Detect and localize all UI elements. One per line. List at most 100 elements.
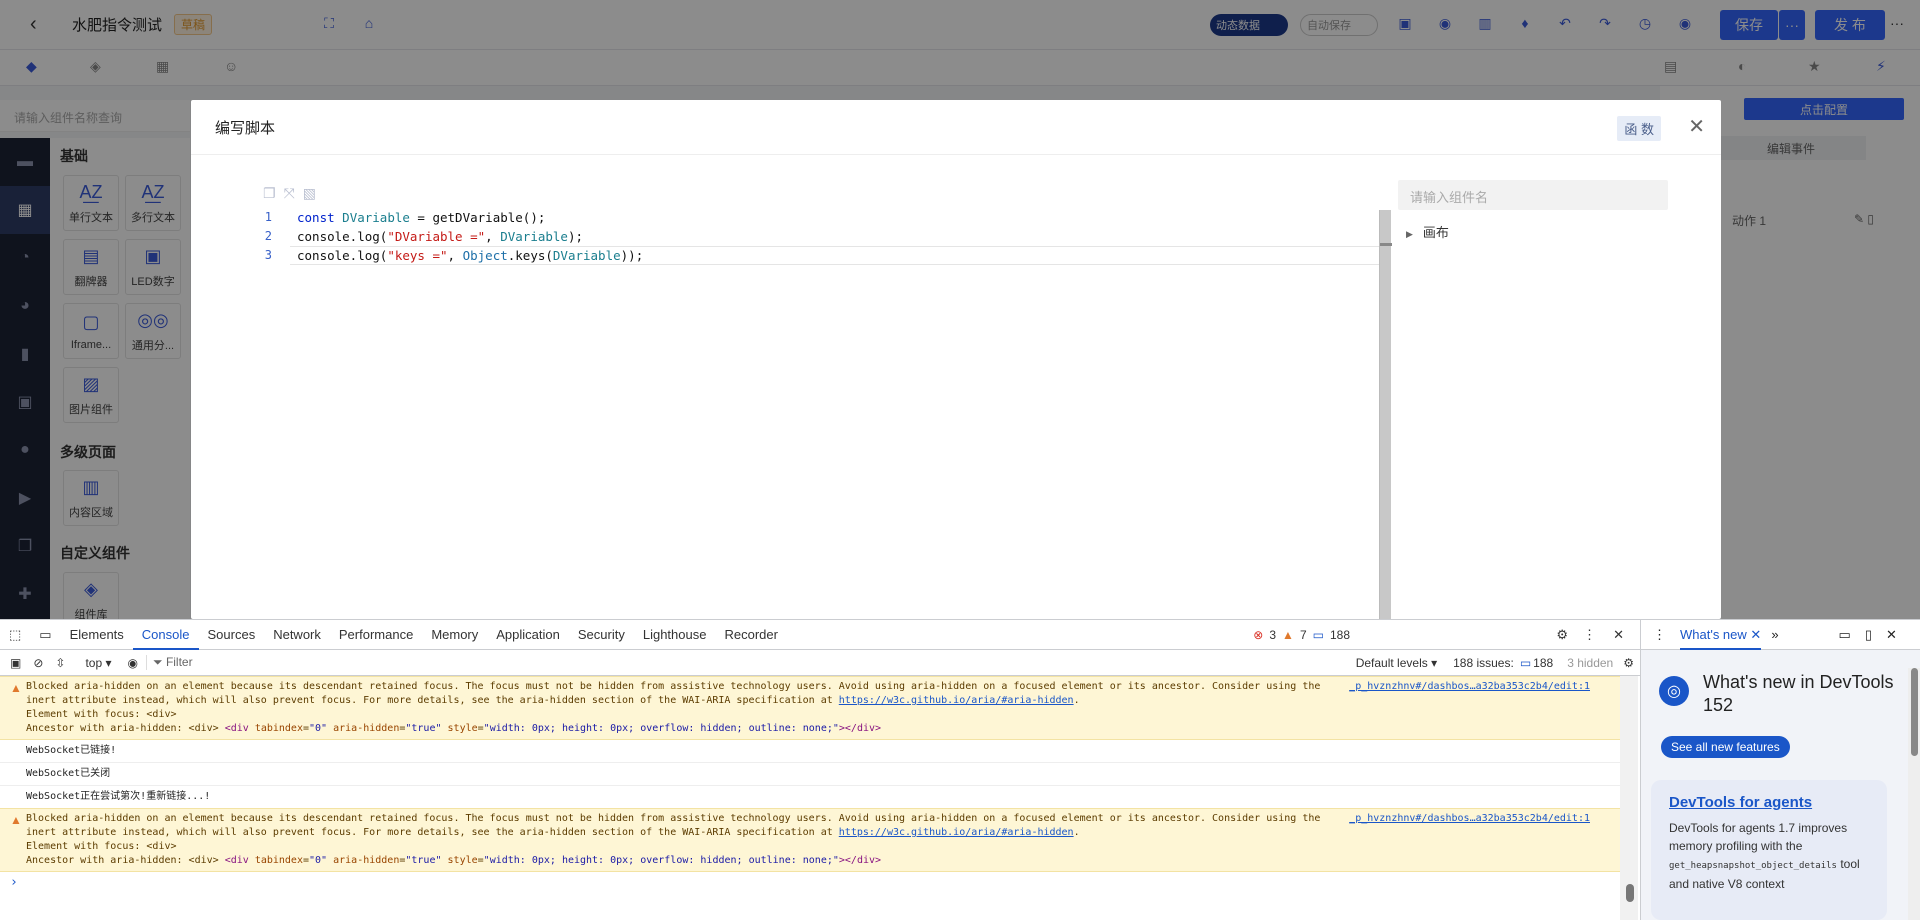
caret-right-icon[interactable]: ▶ [1406,229,1413,239]
dock-side-icon[interactable]: ▯ [1865,627,1872,643]
tab-label: What's new [1680,626,1747,642]
warning-text: Element with focus: <div> [26,709,177,720]
drawer-menu-icon[interactable]: ⋮ [1653,627,1666,643]
code-editor[interactable]: const DVariable = getDVariable(); console… [297,208,643,265]
fullscreen-icon[interactable]: ⤧ [284,185,295,202]
console-warning: ▲ Blocked aria-hidden on an element beca… [0,808,1620,872]
more-tabs-icon[interactable]: » [1771,627,1778,642]
tab-memory[interactable]: Memory [422,620,487,650]
spec-link[interactable]: https://w3c.github.io/aria/#aria-hidden [839,827,1074,838]
format-icon[interactable]: ▧ [303,185,316,202]
close-devtools-icon[interactable]: ✕ [1613,627,1624,643]
hidden-count: 3 hidden [1567,655,1614,670]
context-select[interactable]: top ▾ [85,656,111,670]
line-numbers: 1 2 3 [250,208,272,265]
info-count: 188 [1329,628,1350,642]
kebab-menu-icon[interactable]: ⋮ [1583,627,1596,643]
source-link[interactable]: _p_hvznzhnv#/dashbos…a32ba353c2b4/edit:1 [1349,812,1590,826]
app-background: ‹ 水肥指令测试 草稿 ⛶ ⌂ 动态数据 自动保存 ▣ ◉ ▥ ♦ ↶ ↷ ◷ … [0,0,1920,619]
warning-icon: ▲ [1282,628,1294,642]
tab-elements[interactable]: Elements [61,620,133,650]
dock-bottom-icon[interactable]: ▭ [1839,627,1851,643]
console-toolbar: ▣ ⊘ ⇳ top ▾ ◉ ⏷ Filter Default levels ▾ … [0,650,1640,676]
whats-new-scroll-thumb[interactable] [1911,668,1918,756]
tree-search-input[interactable]: 请输入组件名 [1398,180,1668,210]
source-link[interactable]: _p_hvznzhnv#/dashbos…a32ba353c2b4/edit:1 [1349,680,1590,694]
warning-count: 7 [1299,628,1307,642]
console-message: WebSocket正在尝试第次!重新链接...! [26,791,211,802]
tab-lighthouse[interactable]: Lighthouse [634,620,716,650]
filter-toggle-icon[interactable]: ⇳ [55,656,65,670]
feature-card: DevTools for agents DevTools for agents … [1651,780,1887,920]
card-title[interactable]: DevTools for agents [1669,794,1869,811]
error-count: 3 [1269,628,1277,642]
tab-security[interactable]: Security [569,620,634,650]
tab-application[interactable]: Application [487,620,569,650]
message-counts[interactable]: ⊗ 3 ▲ 7 ▭ 188 [1253,628,1350,642]
card-code: get_heapsnapshot_object_details [1669,861,1837,871]
editor-toolbar: ❐ ⤧ ▧ [263,185,316,202]
devtools-tabs: ⬚ ▭ Elements Console Sources Network Per… [0,620,1640,650]
line-number: 3 [264,248,272,262]
error-icon: ⊗ [1253,628,1264,642]
whats-new-scrollbar[interactable] [1908,668,1920,920]
close-drawer-icon[interactable]: ✕ [1886,627,1897,643]
console-scrollbar[interactable] [1620,676,1638,920]
log-levels-select[interactable]: Default levels ▾ [1356,656,1437,670]
copy-icon[interactable]: ❐ [263,185,276,202]
device-icon[interactable]: ▭ [30,620,60,650]
warning-text: inert attribute instead, which will also… [26,695,833,706]
line-number: 2 [264,229,272,243]
tab-network[interactable]: Network [264,620,330,650]
chrome-logo-icon: ◎ [1659,676,1689,706]
tree-node-label: 画布 [1422,225,1449,240]
warning-text: inert attribute instead, which will also… [26,827,833,838]
console-message: WebSocket已链接! [0,740,1620,763]
console-filter-input[interactable]: ⏷ Filter [146,655,1348,670]
tab-performance[interactable]: Performance [330,620,422,650]
filter-placeholder: Filter [165,655,193,669]
whats-new-title: What's new in DevTools 152 [1703,672,1894,715]
sidebar-toggle-icon[interactable]: ▣ [10,656,21,670]
see-all-features-button[interactable]: See all new features [1661,736,1790,758]
devtools-panel: ⬚ ▭ Elements Console Sources Network Per… [0,619,1920,920]
warning-text: Ancestor with aria-hidden: <div> [26,855,219,866]
warning-text: Ancestor with aria-hidden: <div> [26,723,219,734]
tab-sources[interactable]: Sources [199,620,265,650]
console-settings-icon[interactable]: ⚙ [1623,656,1634,670]
line-number: 1 [264,210,272,224]
card-text-part: DevTools for agents 1.7 improves memory … [1669,821,1848,853]
function-button[interactable]: 函 数 [1617,116,1661,141]
modal-header: 编写脚本 [191,100,1721,155]
whats-new-tabs: ⋮ What's new ✕ » ▭ ▯ ✕ [1641,620,1920,650]
console-warning: ▲ Blocked aria-hidden on an element beca… [0,676,1620,740]
console-message: WebSocket已关闭 [0,763,1620,786]
tab-recorder[interactable]: Recorder [715,620,786,650]
card-text: DevTools for agents 1.7 improves memory … [1669,819,1869,893]
settings-icon[interactable]: ⚙ [1556,627,1568,643]
issues-count[interactable]: 188 [1533,656,1553,670]
close-icon[interactable]: ✕ [1688,114,1705,139]
issues-icon[interactable]: ▭ [1520,656,1531,670]
modal-title: 编写脚本 [215,119,276,137]
issues-label: 188 issues: [1453,655,1514,670]
console-output: ▲ Blocked aria-hidden on an element beca… [0,676,1620,920]
clear-console-icon[interactable]: ⊘ [33,656,43,670]
tree-node-canvas[interactable]: ▶ 画布 [1406,222,1449,241]
context-value: top [85,655,103,670]
tab-whats-new[interactable]: What's new ✕ [1680,620,1762,650]
script-modal: 编写脚本 函 数 ✕ [191,100,1721,619]
warning-icon: ▲ [10,681,22,695]
console-scroll-thumb[interactable] [1626,884,1634,902]
spec-link[interactable]: https://w3c.github.io/aria/#aria-hidden [839,695,1074,706]
info-icon: ▭ [1312,628,1324,642]
inspect-icon[interactable]: ⬚ [0,620,30,650]
tab-console[interactable]: Console [132,620,199,650]
live-expression-icon[interactable]: ◉ [128,656,138,670]
warning-text: Element with focus: <div> [26,841,177,852]
whats-new-panel: ⋮ What's new ✕ » ▭ ▯ ✕ ◎ What's new in D… [1640,620,1920,920]
console-prompt[interactable]: › [0,872,1620,894]
warning-icon: ▲ [10,813,22,827]
editor-scroll-thumb[interactable] [1380,243,1392,246]
editor-scrollbar[interactable] [1379,210,1392,619]
